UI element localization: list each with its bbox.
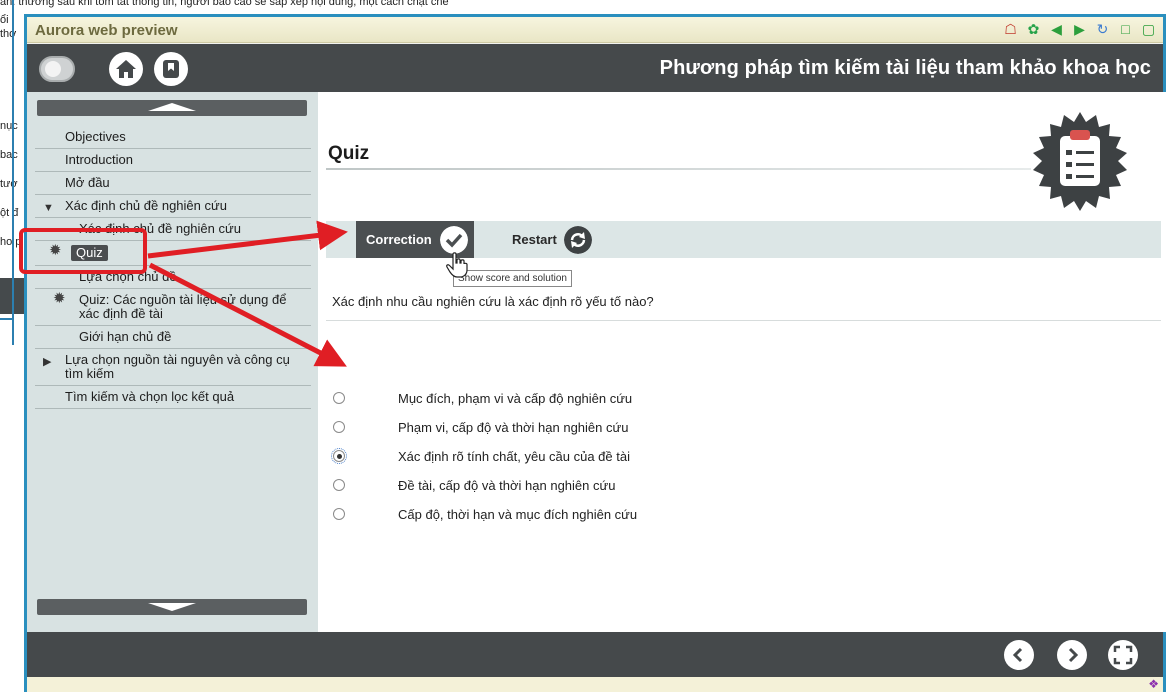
menu-toggle[interactable] [39, 56, 75, 82]
home-button[interactable] [109, 52, 143, 86]
sidebar-item-label: Introduction [65, 152, 133, 167]
title-bar: Aurora web preview ☖ ✿ ◀ ▶ ↻ □ ▢ [27, 17, 1163, 43]
navigation-footer [27, 632, 1163, 677]
sidebar-item-mo-dau[interactable]: Mở đầu [35, 172, 311, 195]
answer-label: Đề tài, cấp độ và thời hạn nghiên cứu [398, 478, 616, 493]
answer-option[interactable]: Phạm vi, cấp độ và thời hạn nghiên cứu [318, 418, 1018, 438]
answer-label: Phạm vi, cấp độ và thời hạn nghiên cứu [398, 420, 629, 435]
scroll-down-button[interactable] [37, 599, 307, 615]
gear-icon: ✹ [53, 290, 66, 307]
answer-option[interactable]: Xác định rõ tính chất, yêu cầu của đề tà… [318, 447, 1018, 467]
sidebar-item-quiz-nguon-tai-lieu[interactable]: ✹ Quiz: Các nguồn tài liệu sử dụng để xác… [35, 289, 311, 326]
fullscreen-button[interactable] [1108, 640, 1138, 670]
hand-cursor-icon [446, 252, 468, 278]
sidebar-item-introduction[interactable]: Introduction [35, 149, 311, 172]
course-title: Phương pháp tìm kiếm tài liệu tham khảo … [659, 57, 1151, 79]
chevron-right-icon [1068, 647, 1079, 663]
correction-label: Correction [366, 232, 432, 247]
question-divider [326, 320, 1161, 321]
home-icon [116, 60, 136, 78]
settings-icon[interactable]: ✿ [1025, 21, 1042, 38]
restart-icon [564, 226, 592, 254]
next-button[interactable] [1057, 640, 1087, 670]
answer-option[interactable]: Cấp độ, thời hạn và mục đích nghiên cứu [318, 505, 1018, 525]
page-title: Quiz [328, 143, 370, 164]
sidebar-item-xac-dinh-chu-de[interactable]: ▼ Xác định chủ đề nghiên cứu [35, 195, 311, 218]
restart-label: Restart [512, 232, 557, 247]
title-bar-icons: ☖ ✿ ◀ ▶ ↻ □ ▢ [1002, 21, 1157, 38]
sidebar-item-tim-kiem[interactable]: Tìm kiếm và chọn lọc kết quả [35, 386, 311, 409]
chevron-down-icon [148, 603, 196, 611]
sidebar: Objectives Introduction Mở đầu ▼ Xác định… [27, 92, 318, 632]
restart-button[interactable]: Restart [494, 221, 604, 258]
expanded-arrow-icon: ▼ [43, 202, 54, 214]
bookmark-button[interactable] [154, 52, 188, 86]
answer-label: Mục đích, phạm vi và cấp độ nghiên cứu [398, 391, 633, 406]
radio-button-selected[interactable] [331, 448, 347, 464]
answer-option[interactable]: Đề tài, cấp độ và thời hạn nghiên cứu [318, 476, 1018, 496]
quiz-content: Quiz Correction Restart Show score and s… [318, 92, 1166, 632]
forward-icon[interactable]: ▶ [1071, 21, 1088, 38]
clipboard-badge-icon [1033, 112, 1127, 211]
radio-button[interactable] [333, 392, 345, 404]
plugin-icon: ❖ [1148, 677, 1159, 691]
window-title: Aurora web preview [35, 22, 178, 39]
bookmark-icon [163, 60, 179, 78]
sidebar-item-objectives[interactable]: Objectives [35, 126, 311, 149]
background-window-border [0, 318, 14, 320]
sidebar-item-label: Giới hạn chủ đề [79, 329, 172, 344]
radio-button[interactable] [333, 479, 345, 491]
sidebar-item-label: Tìm kiếm và chọn lọc kết quả [65, 389, 235, 404]
sidebar-item-label: Lựa chọn nguồn tài nguyên và công cụ tìm… [65, 352, 290, 381]
fullscreen-icon [1113, 645, 1133, 665]
minimize-icon[interactable]: □ [1117, 21, 1134, 38]
sidebar-item-label: Mở đầu [65, 175, 110, 190]
title-divider [326, 168, 1031, 170]
maximize-icon[interactable]: ▢ [1140, 21, 1157, 38]
scroll-up-button[interactable] [37, 100, 307, 116]
answer-label: Xác định rõ tính chất, yêu cầu của đề tà… [398, 449, 630, 464]
course-header: Phương pháp tìm kiếm tài liệu tham khảo … [27, 44, 1163, 92]
sidebar-item-lua-chon-nguon[interactable]: ▶ Lựa chọn nguồn tài nguyên và công cụ tì… [35, 349, 311, 386]
tooltip: Show score and solution [453, 270, 572, 287]
preview-window: Aurora web preview ☖ ✿ ◀ ▶ ↻ □ ▢ Phương … [24, 14, 1166, 692]
chevron-left-icon [1012, 647, 1023, 663]
sidebar-item-gioi-han-chu-de[interactable]: Giới hạn chủ đề [35, 326, 311, 349]
chevron-up-icon [148, 103, 196, 111]
radio-button[interactable] [333, 508, 345, 520]
collapsed-arrow-icon: ▶ [43, 356, 52, 368]
radio-button[interactable] [333, 421, 345, 433]
check-icon [440, 226, 468, 254]
answer-label: Cấp độ, thời hạn và mục đích nghiên cứu [398, 507, 638, 522]
refresh-icon[interactable]: ↻ [1094, 21, 1111, 38]
background-window-border [12, 0, 14, 345]
highlight-box [19, 228, 147, 274]
status-bar: ❖ [27, 677, 1163, 692]
answer-option[interactable]: Mục đích, phạm vi và cấp độ nghiên cứu [318, 389, 1018, 409]
sidebar-item-label: Quiz: Các nguồn tài liệu sử dụng để xác … [79, 292, 287, 321]
back-icon[interactable]: ◀ [1048, 21, 1065, 38]
question-text: Xác định nhu cầu nghiên cứu là xác định … [332, 294, 654, 309]
home-icon[interactable]: ☖ [1002, 21, 1019, 38]
background-text-line: ản: thường sau khi tóm tắt thông tin, ng… [0, 0, 449, 8]
sidebar-item-label: Xác định chủ đề nghiên cứu [65, 198, 227, 213]
previous-button[interactable] [1004, 640, 1034, 670]
sidebar-item-label: Objectives [65, 129, 126, 144]
